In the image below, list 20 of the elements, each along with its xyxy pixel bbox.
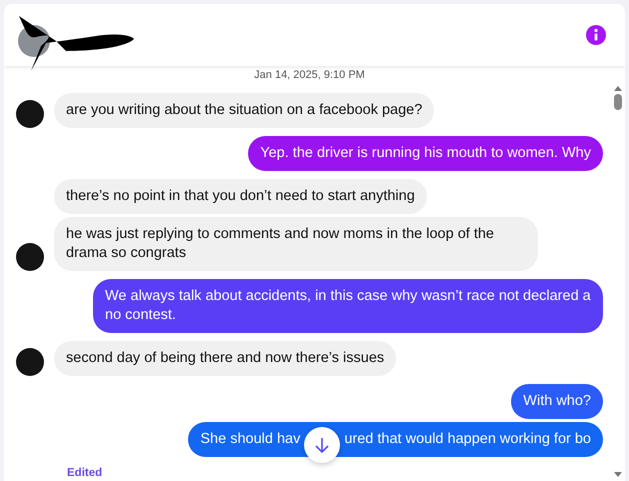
avatar-icon [16,243,44,271]
edited-label: Edited [67,467,104,479]
scroll-down-icon[interactable] [613,471,623,479]
message-bubble: are you writing about the situation on a facebook page? [54,93,434,128]
message-bubble: Yep. the driver is running his mouth to women. Why [248,136,603,171]
message-bubble: he was just replying to comments and now moms in the loop of the drama so congrats [54,217,538,271]
scroll-thumb[interactable] [614,94,622,110]
avatar-icon [16,348,44,376]
date-divider: Jan 14, 2025, 9:10 PM [253,69,366,83]
message-text: She should hav [200,430,300,449]
message-bubble: there’s no point in that you don’t need to start anything [54,179,427,214]
message-bubble: With who? [511,384,603,419]
avatar-icon [16,100,44,128]
arrow-down-icon [314,436,330,454]
message-text: ured that would happen working for bo [344,430,591,449]
scroll-down-button[interactable] [304,426,340,462]
info-icon[interactable] [586,25,606,45]
message-bubble: second day of being there and now there’s issues [54,341,396,376]
message-bubble: We always talk about accidents, in this case why wasn’t race not declared a no contest. [93,279,603,333]
scroll-up-icon[interactable] [613,84,623,92]
